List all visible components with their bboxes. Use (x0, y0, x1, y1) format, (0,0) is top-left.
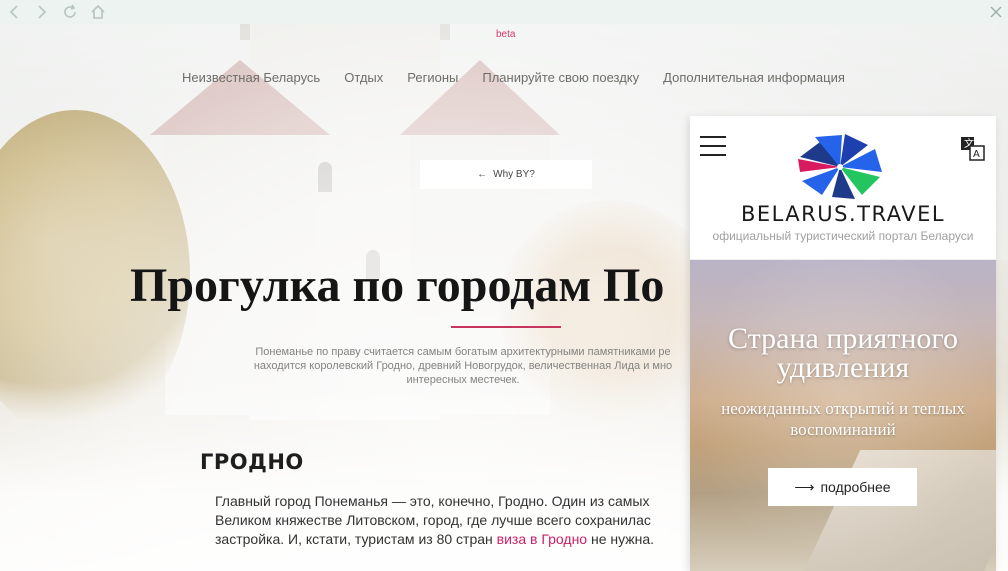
intro-line: находится королевский Гродно, древний Но… (253, 360, 673, 372)
title-underline (451, 326, 561, 328)
nav-item-regions[interactable]: Регионы (407, 70, 458, 85)
hero-title: Страна приятного удивления (728, 322, 958, 384)
beta-label: beta (496, 29, 516, 40)
promo-popup: 文 A BELARUS.TRAVEL официальный туристиче… (690, 116, 996, 571)
paragraph-line: Великом княжестве Литовском, город, где … (215, 512, 651, 528)
reload-icon[interactable] (56, 0, 84, 24)
section-title: ГРОДНО (200, 450, 304, 474)
close-icon[interactable] (990, 0, 1002, 24)
intro-text: Понеманье по праву считается самым богат… (236, 345, 690, 387)
translate-icon[interactable]: 文 A (960, 136, 986, 162)
visa-link[interactable]: виза в Гродно (497, 531, 587, 547)
why-by-label: Why BY? (493, 169, 535, 180)
hero-subtitle: неожиданных открытий и теплых воспоминан… (721, 399, 965, 439)
text-fragment: застройка. И, кстати, туристам из 80 стр… (215, 531, 497, 547)
intro-line: Понеманье по праву считается самым богат… (255, 346, 671, 358)
paragraph-line: застройка. И, кстати, туристам из 80 стр… (215, 530, 690, 549)
intro-line: интересных местечек. (406, 374, 520, 386)
popup-header: 文 A BELARUS.TRAVEL официальный туристиче… (690, 116, 996, 260)
arrow-right-icon: ⟶ (794, 478, 815, 495)
why-by-button[interactable]: ← Why BY? (420, 160, 592, 189)
chevron-left-icon[interactable] (0, 0, 28, 24)
belarus-travel-logo-icon (798, 134, 882, 199)
popup-hero: Страна приятного удивления неожиданных о… (690, 260, 996, 571)
nav-item-unknown-belarus[interactable]: Неизвестная Беларусь (182, 70, 320, 85)
browser-toolbar (0, 0, 1008, 24)
text-fragment: не нужна. (587, 531, 655, 547)
hamburger-icon[interactable] (700, 136, 726, 158)
article-paragraph: Главный город Понеманья — это, конечно, … (215, 492, 690, 549)
home-icon[interactable] (84, 0, 112, 24)
more-button[interactable]: ⟶ подробнее (768, 468, 917, 506)
nav-item-additional-info[interactable]: Дополнительная информация (663, 70, 845, 85)
paragraph-line: Главный город Понеманья — это, конечно, … (215, 493, 650, 509)
chevron-right-icon[interactable] (28, 0, 56, 24)
svg-text:A: A (973, 149, 980, 160)
page-title: Прогулка по городам По (130, 259, 665, 312)
nav-item-leisure[interactable]: Отдых (344, 70, 383, 85)
arrow-left-icon: ← (477, 169, 488, 180)
brand-tagline: официальный туристический портал Беларус… (712, 229, 974, 243)
nav-item-plan-trip[interactable]: Планируйте свою поездку (482, 70, 639, 85)
brand-name: BELARUS.TRAVEL (740, 202, 946, 226)
main-nav: Неизвестная Беларусь Отдых Регионы Плани… (182, 70, 869, 85)
more-button-label: подробнее (820, 479, 891, 495)
